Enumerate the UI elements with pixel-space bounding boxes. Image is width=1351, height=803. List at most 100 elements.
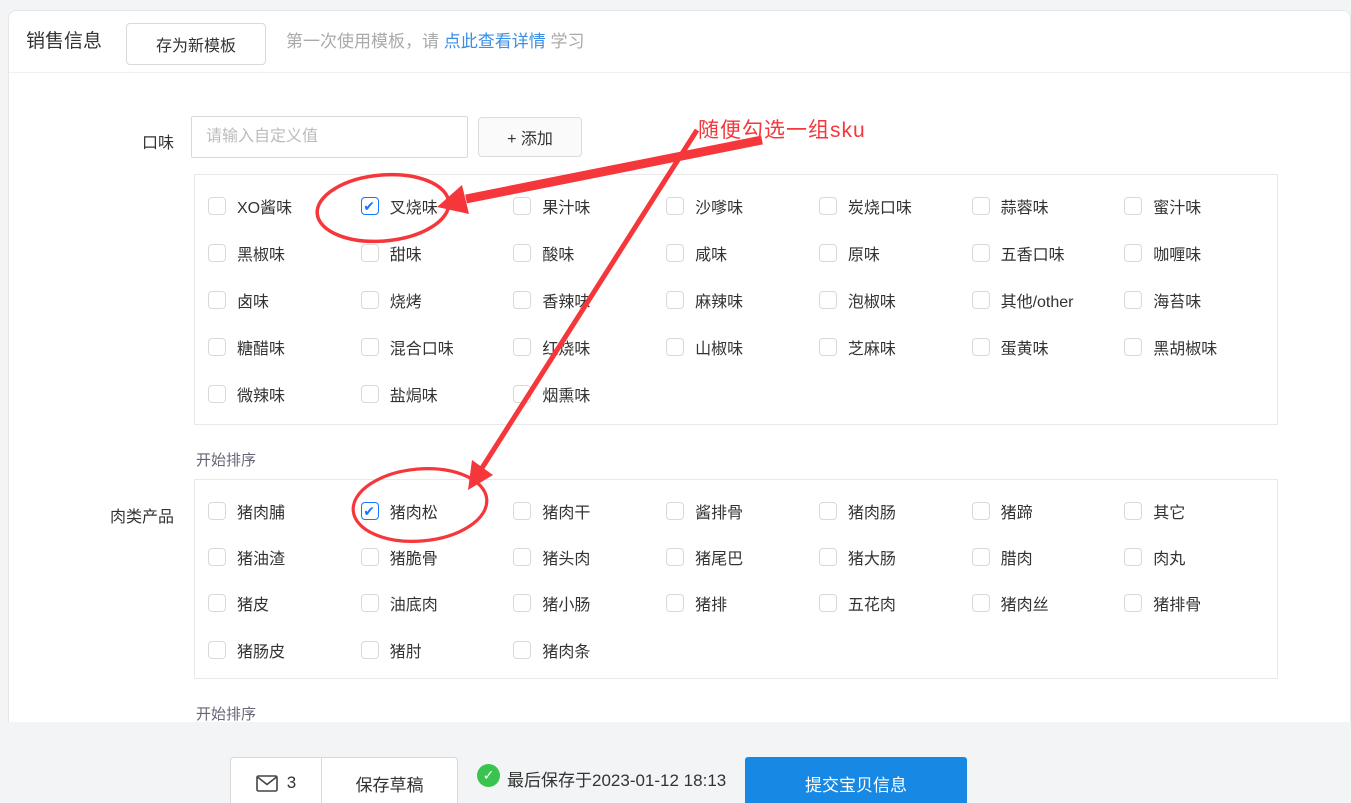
checkbox-icon[interactable] (513, 502, 531, 520)
checkbox-icon[interactable] (819, 291, 837, 309)
meat-option[interactable]: 猪肉松 (361, 499, 514, 523)
checkbox-icon[interactable] (819, 502, 837, 520)
checkbox-checked-icon[interactable] (361, 197, 379, 215)
flavor-option[interactable]: 蛋黄味 (972, 335, 1125, 359)
checkbox-icon[interactable] (361, 594, 379, 612)
custom-flavor-input[interactable] (191, 116, 468, 158)
meat-option[interactable]: 猪皮 (208, 591, 361, 615)
meat-option[interactable]: 油底肉 (361, 591, 514, 615)
meat-option[interactable]: 猪肘 (361, 638, 514, 662)
view-details-link[interactable]: 点此查看详情 (444, 32, 546, 51)
checkbox-icon[interactable] (972, 594, 990, 612)
checkbox-icon[interactable] (208, 244, 226, 262)
checkbox-icon[interactable] (666, 594, 684, 612)
checkbox-icon[interactable] (361, 385, 379, 403)
flavor-option[interactable]: 海苔味 (1124, 288, 1277, 312)
flavor-option[interactable]: 其他/other (972, 288, 1125, 312)
meat-option[interactable]: 猪尾巴 (666, 545, 819, 569)
meat-option[interactable]: 猪肉干 (513, 499, 666, 523)
flavor-option[interactable]: 咸味 (666, 241, 819, 265)
meat-option[interactable]: 猪脆骨 (361, 545, 514, 569)
meat-option[interactable]: 猪排骨 (1124, 591, 1277, 615)
flavor-option[interactable]: 盐焗味 (361, 382, 514, 406)
flavor-option[interactable]: 沙嗲味 (666, 194, 819, 218)
flavor-option[interactable]: 黑椒味 (208, 241, 361, 265)
add-flavor-button[interactable]: + 添加 (478, 117, 582, 157)
checkbox-icon[interactable] (513, 641, 531, 659)
checkbox-icon[interactable] (513, 338, 531, 356)
meat-sort-hint[interactable]: 开始排序 (196, 703, 256, 724)
checkbox-icon[interactable] (666, 548, 684, 566)
meat-option[interactable]: 五花肉 (819, 591, 972, 615)
flavor-option[interactable]: 原味 (819, 241, 972, 265)
meat-option[interactable]: 腊肉 (972, 545, 1125, 569)
messages-button[interactable]: 3 (230, 757, 322, 803)
meat-option[interactable]: 其它 (1124, 499, 1277, 523)
checkbox-icon[interactable] (666, 502, 684, 520)
checkbox-icon[interactable] (1124, 502, 1142, 520)
checkbox-icon[interactable] (361, 291, 379, 309)
flavor-option[interactable]: 黑胡椒味 (1124, 335, 1277, 359)
flavor-option[interactable]: 果汁味 (513, 194, 666, 218)
flavor-option[interactable]: 卤味 (208, 288, 361, 312)
checkbox-icon[interactable] (208, 502, 226, 520)
checkbox-icon[interactable] (513, 244, 531, 262)
flavor-option[interactable]: 烟熏味 (513, 382, 666, 406)
save-template-button[interactable]: 存为新模板 (126, 23, 266, 65)
flavor-option[interactable]: 香辣味 (513, 288, 666, 312)
checkbox-icon[interactable] (1124, 594, 1142, 612)
checkbox-icon[interactable] (972, 291, 990, 309)
meat-option[interactable]: 猪头肉 (513, 545, 666, 569)
checkbox-icon[interactable] (513, 197, 531, 215)
meat-option[interactable]: 猪肉肠 (819, 499, 972, 523)
checkbox-icon[interactable] (1124, 244, 1142, 262)
flavor-option[interactable]: 麻辣味 (666, 288, 819, 312)
checkbox-icon[interactable] (972, 244, 990, 262)
checkbox-icon[interactable] (361, 244, 379, 262)
checkbox-icon[interactable] (208, 197, 226, 215)
checkbox-icon[interactable] (1124, 197, 1142, 215)
flavor-option[interactable]: 蜜汁味 (1124, 194, 1277, 218)
flavor-option[interactable]: 混合口味 (361, 335, 514, 359)
checkbox-icon[interactable] (666, 338, 684, 356)
meat-option[interactable]: 猪小肠 (513, 591, 666, 615)
checkbox-icon[interactable] (208, 291, 226, 309)
flavor-option[interactable]: 炭烧口味 (819, 194, 972, 218)
checkbox-icon[interactable] (513, 385, 531, 403)
checkbox-icon[interactable] (208, 548, 226, 566)
checkbox-icon[interactable] (972, 197, 990, 215)
checkbox-checked-icon[interactable] (361, 502, 379, 520)
checkbox-icon[interactable] (208, 385, 226, 403)
meat-option[interactable]: 猪肉条 (513, 638, 666, 662)
meat-option[interactable]: 猪蹄 (972, 499, 1125, 523)
meat-option[interactable]: 猪肉丝 (972, 591, 1125, 615)
flavor-sort-hint[interactable]: 开始排序 (196, 449, 256, 470)
meat-option[interactable]: 猪肉脯 (208, 499, 361, 523)
checkbox-icon[interactable] (513, 548, 531, 566)
checkbox-icon[interactable] (972, 548, 990, 566)
checkbox-icon[interactable] (972, 502, 990, 520)
checkbox-icon[interactable] (819, 548, 837, 566)
flavor-option[interactable]: 咖喱味 (1124, 241, 1277, 265)
flavor-option[interactable]: 红烧味 (513, 335, 666, 359)
checkbox-icon[interactable] (361, 641, 379, 659)
flavor-option[interactable]: 山椒味 (666, 335, 819, 359)
flavor-option[interactable]: 蒜蓉味 (972, 194, 1125, 218)
flavor-option[interactable]: 五香口味 (972, 241, 1125, 265)
checkbox-icon[interactable] (666, 197, 684, 215)
flavor-option[interactable]: 糖醋味 (208, 335, 361, 359)
checkbox-icon[interactable] (513, 594, 531, 612)
checkbox-icon[interactable] (972, 338, 990, 356)
checkbox-icon[interactable] (819, 197, 837, 215)
checkbox-icon[interactable] (1124, 291, 1142, 309)
save-draft-button[interactable]: 保存草稿 (321, 757, 458, 803)
flavor-option[interactable]: 叉烧味 (361, 194, 514, 218)
meat-option[interactable]: 猪大肠 (819, 545, 972, 569)
flavor-option[interactable]: 甜味 (361, 241, 514, 265)
checkbox-icon[interactable] (819, 244, 837, 262)
flavor-option[interactable]: 酸味 (513, 241, 666, 265)
meat-option[interactable]: 肉丸 (1124, 545, 1277, 569)
checkbox-icon[interactable] (361, 338, 379, 356)
checkbox-icon[interactable] (208, 338, 226, 356)
meat-option[interactable]: 猪排 (666, 591, 819, 615)
